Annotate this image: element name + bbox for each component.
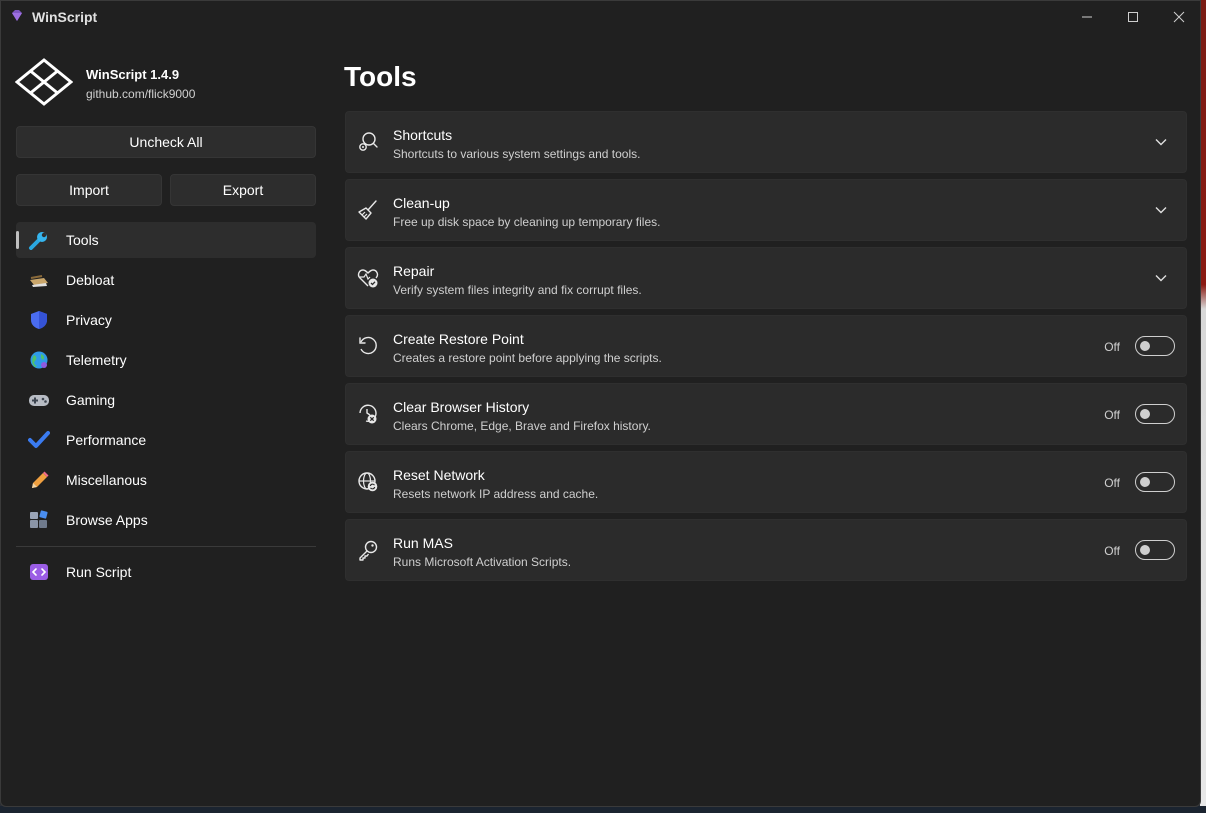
- clear-history-toggle[interactable]: [1135, 404, 1175, 424]
- sidebar-item-privacy[interactable]: Privacy: [16, 302, 316, 338]
- reset-network-toggle[interactable]: [1135, 472, 1175, 492]
- search-gear-icon: [359, 132, 378, 151]
- toggle-state-label: Off: [1104, 340, 1120, 354]
- sidebar-item-label: Privacy: [66, 312, 112, 328]
- sidebar-item-label: Performance: [66, 432, 147, 448]
- minimize-button[interactable]: [1064, 1, 1110, 33]
- setting-card-run-mas[interactable]: Run MAS Runs Microsoft Activation Script…: [345, 519, 1187, 581]
- pencil-icon: [32, 471, 49, 488]
- sidebar-item-tools[interactable]: Tools: [16, 222, 316, 258]
- card-title: Create Restore Point: [393, 331, 524, 347]
- shield-icon: [31, 311, 47, 329]
- sidebar-item-run-script[interactable]: Run Script: [16, 554, 316, 590]
- broom-icon: [358, 200, 377, 220]
- import-button[interactable]: Import: [16, 174, 162, 206]
- page-title: Tools: [344, 61, 417, 92]
- card-title: Run MAS: [393, 535, 453, 551]
- history-clear-icon: [359, 404, 377, 424]
- chevron-down-icon[interactable]: [1154, 203, 1168, 217]
- setting-card-reset-network[interactable]: Reset Network Resets network IP address …: [345, 451, 1187, 513]
- sidebar-item-label: Browse Apps: [66, 512, 148, 528]
- desktop-background-bottom: [0, 806, 1206, 813]
- sidebar-item-telemetry[interactable]: Telemetry: [16, 342, 316, 378]
- sidebar-item-label: Miscellanous: [66, 472, 147, 488]
- restore-icon: [359, 336, 377, 355]
- sidebar-item-label: Run Script: [66, 564, 132, 580]
- sidebar-item-miscellanous[interactable]: Miscellanous: [16, 462, 316, 498]
- run-mas-toggle[interactable]: [1135, 540, 1175, 560]
- close-button[interactable]: [1156, 1, 1200, 33]
- app-window: WinScript WinScript 1.4.9 github.com/fli…: [0, 0, 1201, 807]
- card-description: Shortcuts to various system settings and…: [393, 147, 641, 161]
- winscript-logo-icon: [15, 58, 73, 106]
- toggle-knob: [1140, 409, 1150, 419]
- toggle-knob: [1140, 477, 1150, 487]
- setting-card-clean-up[interactable]: Clean-up Free up disk space by cleaning …: [345, 179, 1187, 241]
- maximize-button[interactable]: [1110, 1, 1156, 33]
- maximize-icon: [1128, 12, 1138, 22]
- code-icon: [30, 564, 48, 580]
- card-description: Creates a restore point before applying …: [393, 351, 662, 365]
- card-title: Clean-up: [393, 195, 450, 211]
- card-description: Runs Microsoft Activation Scripts.: [393, 555, 572, 569]
- card-description: Resets network IP address and cache.: [393, 487, 599, 501]
- sidebar-item-label: Telemetry: [66, 352, 127, 368]
- sidebar-item-label: Debloat: [66, 272, 115, 288]
- setting-card-create-restore-point[interactable]: Create Restore Point Creates a restore p…: [345, 315, 1187, 377]
- broom-icon: [30, 275, 48, 287]
- window-title: WinScript: [32, 9, 98, 25]
- minimize-icon: [1082, 16, 1092, 18]
- export-button[interactable]: Export: [170, 174, 316, 206]
- card-description: Verify system files integrity and fix co…: [393, 283, 642, 297]
- app-url: github.com/flick9000: [86, 87, 196, 101]
- sidebar-item-performance[interactable]: Performance: [16, 422, 316, 458]
- card-title: Reset Network: [393, 467, 485, 483]
- card-description: Clears Chrome, Edge, Brave and Firefox h…: [393, 419, 651, 433]
- gamepad-icon: [29, 395, 49, 406]
- heart-check-icon: [357, 269, 379, 288]
- setting-card-shortcuts[interactable]: Shortcuts Shortcuts to various system se…: [345, 111, 1187, 173]
- title-bar: WinScript: [1, 1, 1200, 34]
- setting-card-clear-browser-history[interactable]: Clear Browser History Clears Chrome, Edg…: [345, 383, 1187, 445]
- card-title: Repair: [393, 263, 435, 279]
- globe-icon: [30, 351, 48, 369]
- card-title: Clear Browser History: [393, 399, 530, 415]
- sidebar-item-label: Tools: [66, 232, 99, 248]
- app-gem-icon: [12, 10, 22, 21]
- toggle-state-label: Off: [1104, 408, 1120, 422]
- restore-point-toggle[interactable]: [1135, 336, 1175, 356]
- card-description: Free up disk space by cleaning up tempor…: [393, 215, 661, 229]
- sidebar-item-debloat[interactable]: Debloat: [16, 262, 316, 298]
- checkmark-icon: [28, 431, 50, 448]
- toggle-state-label: Off: [1104, 476, 1120, 490]
- app-version: WinScript 1.4.9: [86, 67, 180, 82]
- card-title: Shortcuts: [393, 127, 453, 143]
- wrench-icon: [29, 232, 47, 250]
- setting-card-repair[interactable]: Repair Verify system files integrity and…: [345, 247, 1187, 309]
- chevron-down-icon[interactable]: [1154, 271, 1168, 285]
- chevron-down-icon[interactable]: [1154, 135, 1168, 149]
- sidebar-item-gaming[interactable]: Gaming: [16, 382, 316, 418]
- sidebar-item-browse-apps[interactable]: Browse Apps: [16, 502, 316, 538]
- toggle-state-label: Off: [1104, 544, 1120, 558]
- network-reset-icon: [358, 472, 378, 492]
- close-icon: [1173, 11, 1185, 23]
- toggle-knob: [1140, 545, 1150, 555]
- toggle-knob: [1140, 341, 1150, 351]
- sidebar-divider: [16, 546, 316, 547]
- apps-icon: [30, 510, 48, 528]
- key-icon: [359, 540, 378, 561]
- sidebar-item-label: Gaming: [66, 392, 116, 408]
- uncheck-all-button[interactable]: Uncheck All: [16, 126, 316, 158]
